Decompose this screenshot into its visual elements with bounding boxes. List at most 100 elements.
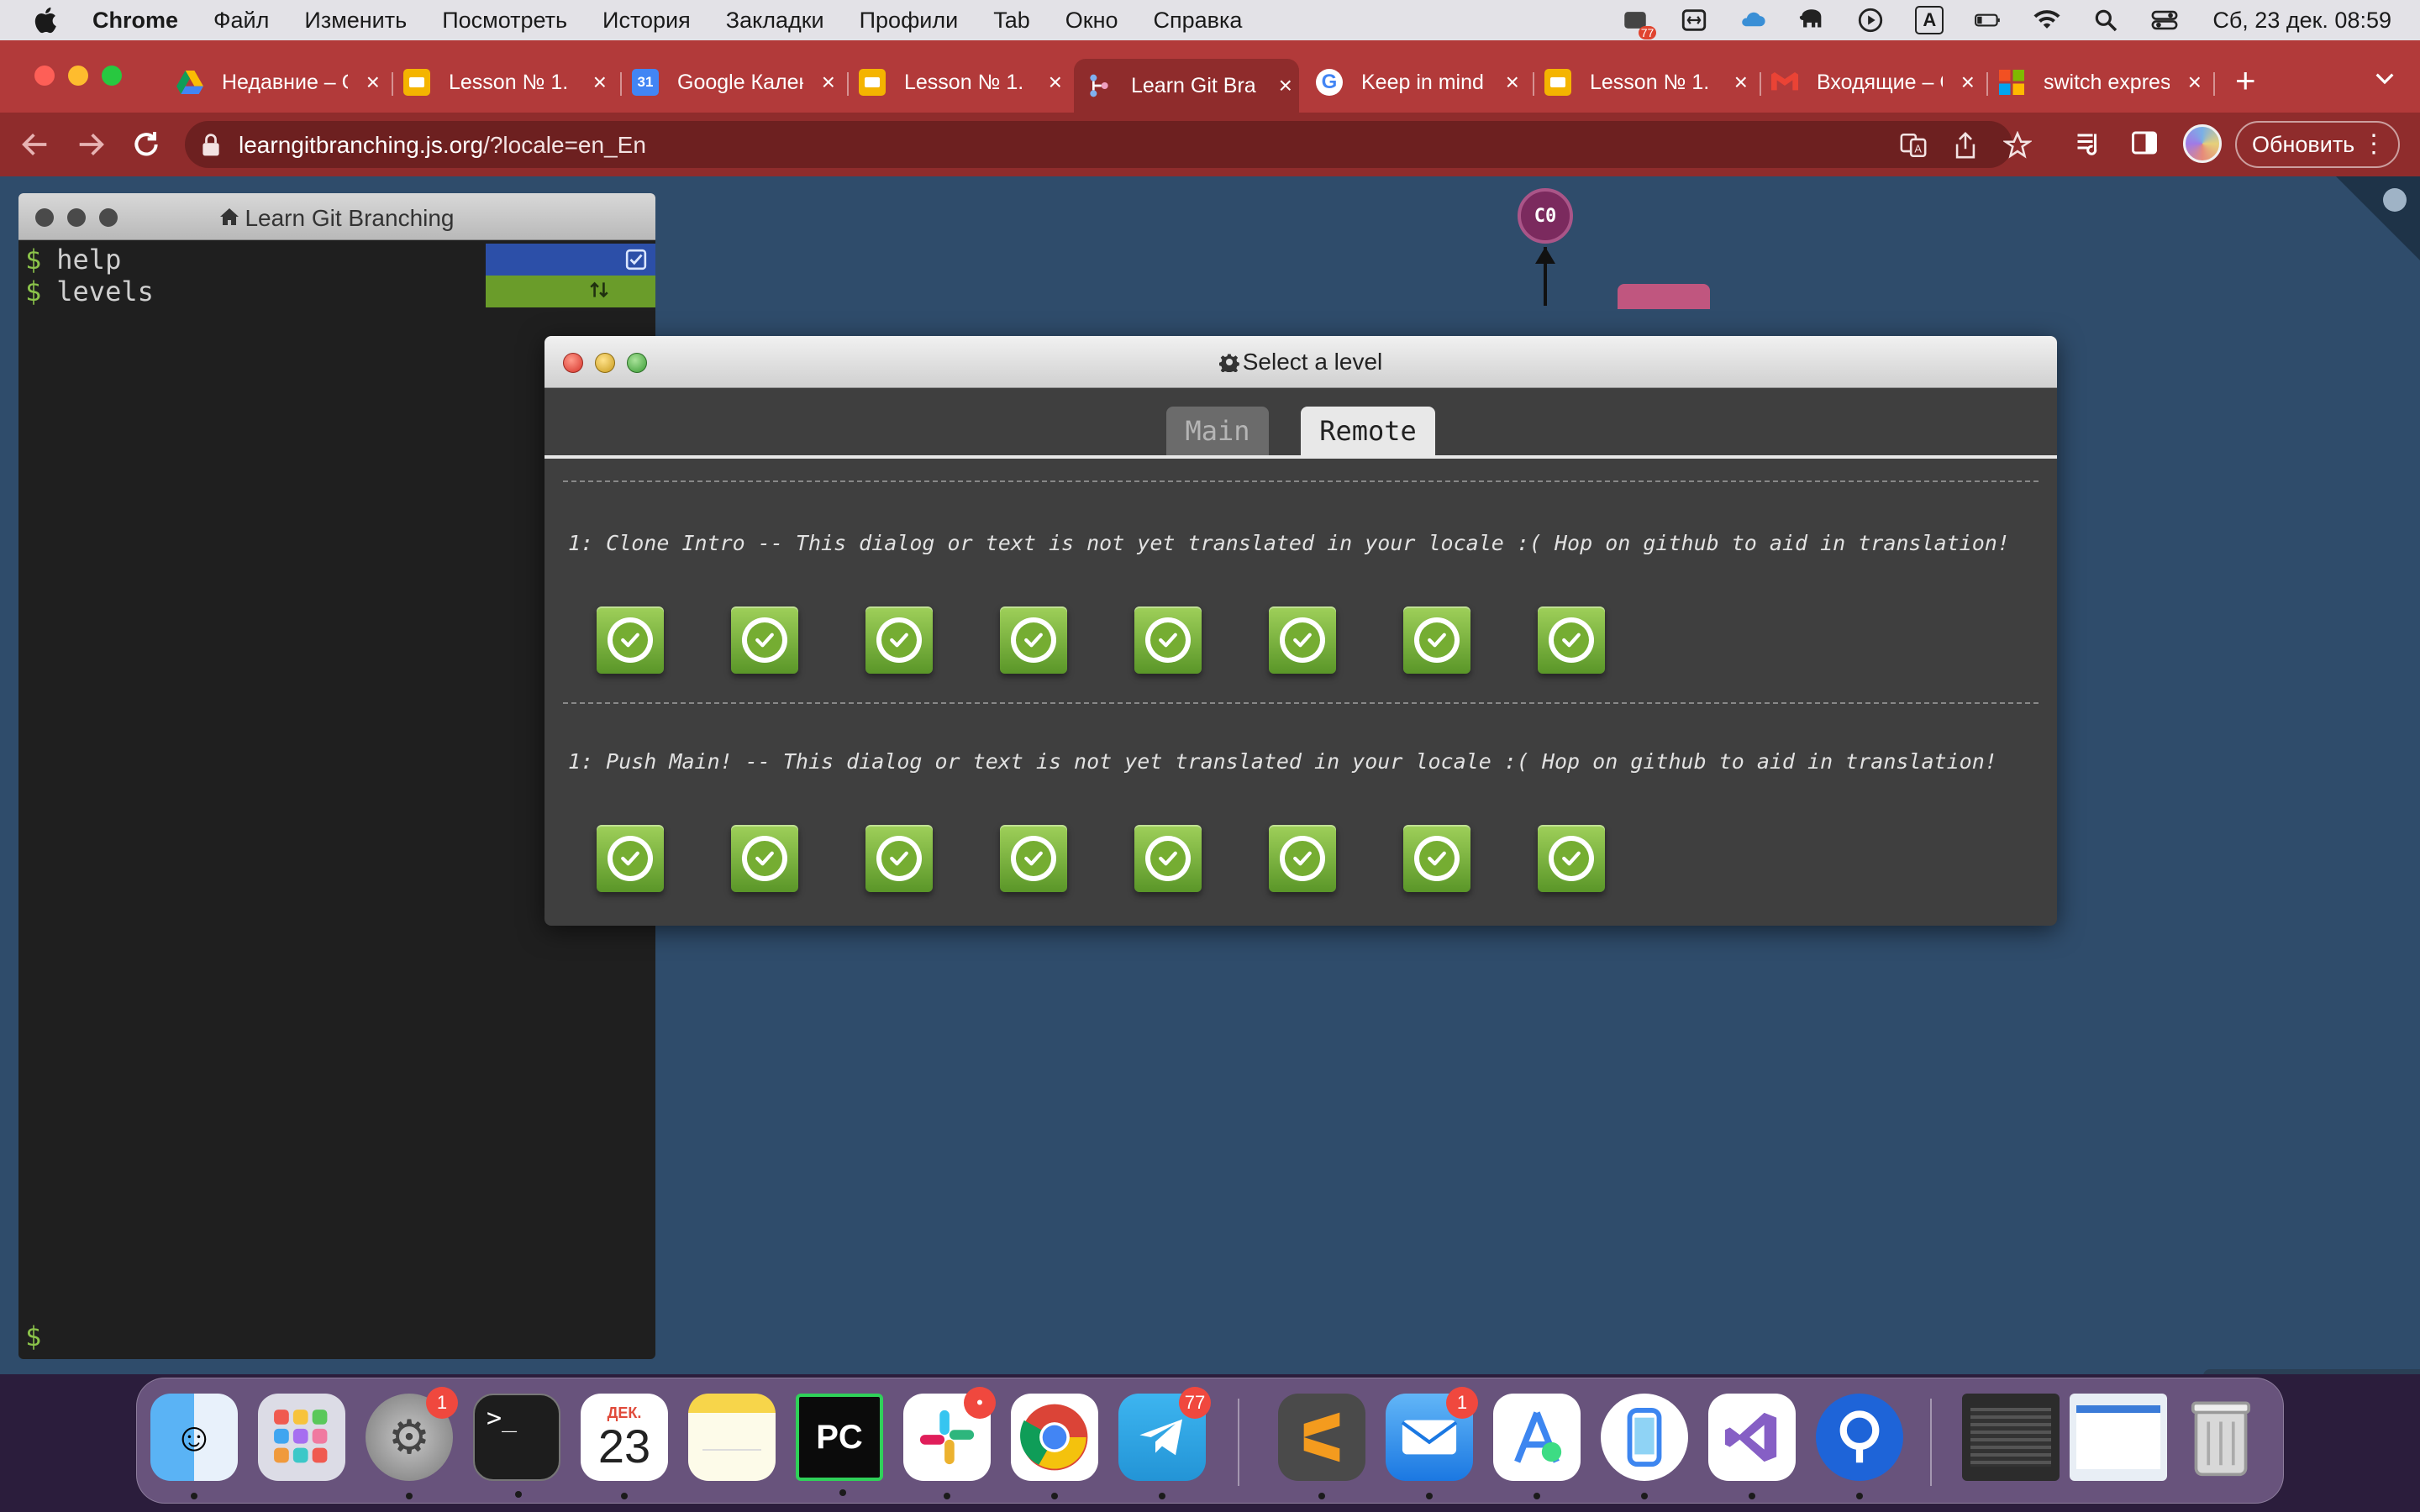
profile-avatar[interactable] [2183, 124, 2222, 163]
menu-history[interactable]: История [602, 8, 691, 34]
tab-close-icon[interactable]: × [1734, 69, 1748, 96]
side-panel-icon[interactable] [2129, 128, 2160, 158]
dock-slack[interactable]: • [903, 1387, 996, 1499]
url-text[interactable]: learngitbranching.js.org/?locale=en_En [239, 132, 646, 159]
tab-google-calendar[interactable]: 31 Google Календарь × [620, 59, 842, 106]
tab-close-icon[interactable]: × [366, 69, 380, 96]
dock-finder[interactable]: ☺ [150, 1394, 238, 1499]
dock-launchpad[interactable] [258, 1394, 345, 1481]
menu-app-name[interactable]: Chrome [92, 8, 178, 34]
tab-remote[interactable]: Remote [1301, 407, 1435, 455]
menu-file[interactable]: Файл [213, 8, 269, 34]
dock-proxyman[interactable] [1816, 1394, 1903, 1499]
back-arrow-icon[interactable] [18, 128, 52, 161]
level-button[interactable] [1538, 606, 1605, 674]
menu-bar-clock[interactable]: Сб, 23 дек. 08:59 [2212, 8, 2391, 34]
play-circle-icon[interactable] [1856, 6, 1885, 34]
dock-pycharm[interactable]: PC [796, 1394, 883, 1496]
dock-telegram[interactable]: 77 [1118, 1387, 1211, 1499]
tab-lesson-1[interactable]: Lesson № 1. × [392, 59, 613, 106]
elephant-icon[interactable] [1797, 6, 1826, 34]
level-button[interactable] [1134, 825, 1202, 892]
window-zoom-button[interactable] [102, 66, 122, 86]
dock-chrome[interactable] [1011, 1394, 1098, 1499]
level-button[interactable] [1403, 825, 1470, 892]
tab-main[interactable]: Main [1166, 407, 1269, 455]
window-close-button[interactable] [34, 66, 55, 86]
notification-status-icon[interactable]: 77 [1621, 6, 1657, 39]
dock-trash[interactable] [2177, 1394, 2265, 1481]
level-button[interactable] [1000, 825, 1067, 892]
level-button[interactable] [1538, 825, 1605, 892]
level-button[interactable] [1269, 606, 1336, 674]
tab-close-icon[interactable]: × [1049, 69, 1062, 96]
wifi-icon[interactable] [2033, 6, 2061, 34]
level-button[interactable] [1403, 606, 1470, 674]
control-center-icon[interactable] [2150, 6, 2179, 34]
reload-icon[interactable] [129, 128, 163, 161]
dock-minimized-window-1[interactable] [1962, 1394, 2060, 1481]
command-input-prompt[interactable]: $ [25, 1320, 41, 1352]
dock-calendar[interactable]: ДЕК. 23 [581, 1394, 668, 1499]
dock-terminal[interactable]: >_ [473, 1394, 560, 1498]
github-fork-corner-icon[interactable] [2336, 176, 2420, 260]
tab-close-icon[interactable]: × [822, 69, 835, 96]
translate-icon[interactable]: A [1899, 131, 1928, 160]
menu-view[interactable]: Посмотреть [442, 8, 567, 34]
dock-android-studio[interactable] [1493, 1394, 1581, 1499]
tab-close-icon[interactable]: × [1961, 69, 1975, 96]
dock-sublime-text[interactable] [1278, 1394, 1365, 1499]
dock-visual-studio[interactable] [1708, 1394, 1796, 1499]
reading-list-icon[interactable] [2074, 128, 2104, 158]
menu-bookmarks[interactable]: Закладки [726, 8, 824, 34]
tab-lesson-3[interactable]: Lesson № 1. × [1533, 59, 1754, 106]
dock-mail[interactable]: 1 [1386, 1387, 1478, 1499]
commit-node[interactable]: C0 [1518, 188, 1573, 244]
tab-close-icon[interactable]: × [1506, 69, 1519, 96]
tab-close-icon[interactable]: × [2188, 69, 2202, 96]
tab-close-icon[interactable]: × [1279, 72, 1292, 99]
tab-search-chevron-icon[interactable] [2371, 66, 2398, 92]
level-button[interactable] [731, 606, 798, 674]
level-button[interactable] [865, 606, 933, 674]
keyboard-layout-icon[interactable]: A [1915, 6, 1944, 34]
dock-minimized-window-2[interactable] [2070, 1394, 2167, 1481]
lock-icon[interactable] [202, 134, 220, 157]
cloud-icon[interactable] [1739, 6, 1767, 34]
running-indicator [191, 1493, 197, 1499]
menu-window[interactable]: Окно [1065, 8, 1118, 34]
menu-profiles[interactable]: Профили [860, 8, 959, 34]
level-button[interactable] [731, 825, 798, 892]
tab-switch-expression[interactable]: switch expression × [1986, 59, 2208, 106]
tab-learn-git-branching[interactable]: Learn Git Branching × [1074, 59, 1299, 113]
battery-icon[interactable] [1974, 6, 2002, 34]
more-menu-icon[interactable]: ⋮ [2361, 129, 2386, 159]
tab-gmail[interactable]: Входящие – Gmail × [1760, 59, 1981, 106]
level-button[interactable] [1000, 606, 1067, 674]
window-minimize-button[interactable] [68, 66, 88, 86]
share-icon[interactable] [1953, 131, 1978, 160]
dock-system-settings[interactable]: ⚙ 1 [366, 1387, 458, 1499]
level-button[interactable] [597, 606, 664, 674]
tab-keep-in-mind[interactable]: G Keep in mind × [1304, 59, 1526, 106]
menu-edit[interactable]: Изменить [304, 8, 407, 34]
remote-desktop-icon[interactable] [1680, 6, 1708, 34]
level-button[interactable] [1134, 606, 1202, 674]
dock-simulator[interactable] [1601, 1394, 1688, 1499]
update-chrome-button[interactable]: Обновить ⋮ [2235, 121, 2400, 168]
forward-arrow-icon[interactable] [74, 128, 108, 161]
level-button[interactable] [1269, 825, 1336, 892]
tab-lesson-2[interactable]: Lesson № 1. × [847, 59, 1069, 106]
apple-logo-icon[interactable] [32, 5, 62, 35]
address-bar[interactable]: learngitbranching.js.org/?locale=en_En A [185, 121, 2032, 168]
tab-google-drive[interactable]: Недавние – Google Диск × [165, 59, 387, 106]
dock-notes[interactable] [688, 1394, 776, 1481]
bookmark-star-icon[interactable] [2003, 131, 2032, 160]
tab-close-icon[interactable]: × [593, 69, 607, 96]
spotlight-search-icon[interactable] [2091, 6, 2120, 34]
menu-help[interactable]: Справка [1154, 8, 1243, 34]
level-button[interactable] [865, 825, 933, 892]
new-tab-button[interactable]: + [2235, 63, 2256, 98]
level-button[interactable] [597, 825, 664, 892]
menu-tab[interactable]: Tab [993, 8, 1030, 34]
